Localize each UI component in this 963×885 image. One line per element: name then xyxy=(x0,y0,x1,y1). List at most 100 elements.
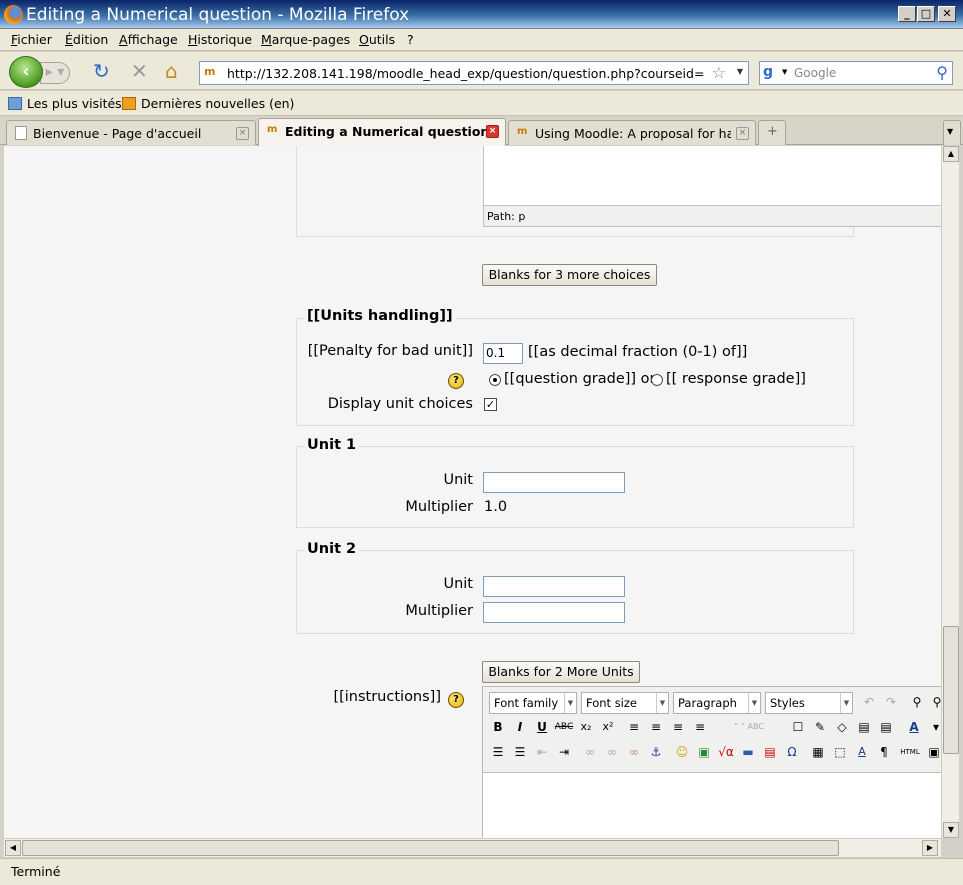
emoticon-icon[interactable]: ☺ xyxy=(672,742,692,762)
unit2-unit-input[interactable] xyxy=(483,576,625,597)
tab-close-icon[interactable]: × xyxy=(736,127,749,140)
response-grade-radio[interactable] xyxy=(651,374,663,386)
blanks-2-more-units-button[interactable]: Blanks for 2 More Units xyxy=(482,661,640,683)
paste-word-icon[interactable]: ▤ xyxy=(876,717,896,737)
bold-icon[interactable]: B xyxy=(488,717,508,737)
fullscreen-icon[interactable]: ▣ xyxy=(924,742,941,762)
new-tab-button[interactable]: + xyxy=(758,120,786,145)
menu-marque-pages[interactable]: Marque-pages xyxy=(261,32,350,47)
align-right-icon[interactable]: ≡ xyxy=(668,717,688,737)
back-button[interactable]: ‹ xyxy=(9,56,43,88)
vertical-scroll-thumb[interactable] xyxy=(943,626,959,754)
search-bar[interactable]: g ▼ Google ⚲ xyxy=(759,61,953,85)
scroll-down-icon[interactable]: ▼ xyxy=(943,822,959,838)
format-select[interactable]: Paragraph ▼ xyxy=(673,692,761,714)
unlink-icon[interactable]: ∞ xyxy=(602,742,622,762)
unit2-multiplier-input[interactable] xyxy=(483,602,625,623)
stop-icon[interactable]: ✕ xyxy=(131,61,148,81)
styles-editor-icon[interactable]: A xyxy=(852,742,872,762)
quotes-icon[interactable]: “ ” ABC xyxy=(716,717,782,737)
outdent-icon[interactable]: ⇤ xyxy=(532,742,552,762)
url-bar[interactable]: m http://132.208.141.198/moodle_head_exp… xyxy=(199,61,749,85)
minimize-button[interactable]: _ xyxy=(898,6,916,22)
nolink-icon[interactable]: ∞ xyxy=(624,742,644,762)
bullet-list-icon[interactable]: ☰ xyxy=(488,742,508,762)
google-icon[interactable]: g xyxy=(763,64,781,82)
font-family-select[interactable]: Font family ▼ xyxy=(489,692,577,714)
table-icon[interactable]: ▦ xyxy=(808,742,828,762)
navigation-toolbar: ▸ ▾ ‹ ↻ ✕ ⌂ m http://132.208.141.198/moo… xyxy=(0,52,963,90)
font-size-select[interactable]: Font size ▼ xyxy=(581,692,669,714)
strikethrough-icon[interactable]: ABC xyxy=(554,717,574,737)
menu-fichier[interactable]: Fichier xyxy=(11,32,52,47)
pilcrow-icon[interactable]: ¶ xyxy=(874,742,894,762)
maximize-button[interactable]: □ xyxy=(917,6,935,22)
question-grade-radio[interactable] xyxy=(489,374,501,386)
tab-using-moodle[interactable]: m Using Moodle: A proposal for ha... × xyxy=(508,120,756,145)
link-icon[interactable]: ∞ xyxy=(580,742,600,762)
search-engine-dropdown-icon[interactable]: ▼ xyxy=(782,68,787,76)
align-justify-icon[interactable]: ≡ xyxy=(690,717,710,737)
tab-close-icon[interactable]: × xyxy=(236,127,249,140)
menu-affichage[interactable]: Affichage xyxy=(119,32,178,47)
tab-list-button[interactable]: ▼ xyxy=(943,120,961,145)
horizontal-rule-icon[interactable]: ▬ xyxy=(738,742,758,762)
text-color-icon[interactable]: A xyxy=(904,717,924,737)
underline-icon[interactable]: U xyxy=(532,717,552,737)
chevron-down-icon: ▼ xyxy=(656,693,668,713)
media-icon[interactable]: ▤ xyxy=(760,742,780,762)
superscript-icon[interactable]: x² xyxy=(598,717,618,737)
html-source-icon[interactable]: HTML xyxy=(900,742,920,762)
home-icon[interactable]: ⌂ xyxy=(165,61,178,81)
unit1-unit-input[interactable] xyxy=(483,472,625,493)
instructions-editor-area[interactable] xyxy=(483,772,941,838)
help-icon[interactable]: ? xyxy=(448,692,464,708)
vertical-scrollbar[interactable]: ▲ ▼ xyxy=(941,146,959,838)
tab-editing-numerical[interactable]: m Editing a Numerical question × xyxy=(258,118,506,146)
menu-outils[interactable]: Outils xyxy=(359,32,395,47)
horizontal-scroll-thumb[interactable] xyxy=(22,840,839,856)
paste-text-icon[interactable]: ▤ xyxy=(854,717,874,737)
menu-historique[interactable]: Historique xyxy=(188,32,252,47)
menu-help[interactable]: ? xyxy=(407,32,414,47)
forward-button[interactable]: ▸ ▾ xyxy=(40,62,70,84)
numbered-list-icon[interactable]: ☰ xyxy=(510,742,530,762)
search-icon[interactable]: ⚲ xyxy=(936,63,948,82)
close-button[interactable]: ✕ xyxy=(938,6,956,22)
help-icon[interactable]: ? xyxy=(448,373,464,389)
italic-icon[interactable]: I xyxy=(510,717,530,737)
undo-icon[interactable]: ↶ xyxy=(859,692,879,712)
anchor-icon[interactable]: ⚓ xyxy=(646,742,666,762)
eraser-icon[interactable]: ◇ xyxy=(832,717,852,737)
indent-icon[interactable]: ⇥ xyxy=(554,742,574,762)
subscript-icon[interactable]: x₂ xyxy=(576,717,596,737)
background-color-icon[interactable]: ▾ xyxy=(926,717,941,737)
url-dropdown-icon[interactable]: ▼ xyxy=(737,67,743,76)
scroll-up-icon[interactable]: ▲ xyxy=(943,146,959,162)
scroll-right-icon[interactable]: ▶ xyxy=(922,840,938,856)
styles-select[interactable]: Styles ▼ xyxy=(765,692,853,714)
find-icon[interactable]: ⚲ xyxy=(907,692,927,712)
reload-icon[interactable]: ↻ xyxy=(93,61,110,81)
bookmark-star-icon[interactable]: ☆ xyxy=(712,63,726,82)
bookmark-latest-news[interactable]: Dernières nouvelles (en) xyxy=(122,96,294,111)
align-center-icon[interactable]: ≡ xyxy=(646,717,666,737)
visual-aid-icon[interactable]: ⬚ xyxy=(830,742,850,762)
spellcheck-icon[interactable]: ☐ xyxy=(788,717,808,737)
replace-icon[interactable]: ⚲ xyxy=(927,692,941,712)
special-char-icon[interactable]: Ω xyxy=(782,742,802,762)
align-left-icon[interactable]: ≡ xyxy=(624,717,644,737)
display-unit-choices-checkbox[interactable]: ✓ xyxy=(484,398,497,411)
cleanup-icon[interactable]: ✎ xyxy=(810,717,830,737)
menu-edition[interactable]: Édition xyxy=(65,32,108,47)
bookmark-most-visited[interactable]: Les plus visités xyxy=(8,96,122,111)
blanks-3-more-choices-button[interactable]: Blanks for 3 more choices xyxy=(482,264,657,286)
horizontal-scrollbar[interactable]: ◀ ▶ xyxy=(4,838,941,857)
redo-icon[interactable]: ↷ xyxy=(881,692,901,712)
scroll-left-icon[interactable]: ◀ xyxy=(5,840,21,856)
image-icon[interactable]: ▣ xyxy=(694,742,714,762)
tab-close-icon[interactable]: × xyxy=(486,125,499,138)
equation-icon[interactable]: √α xyxy=(716,742,736,762)
tab-bienvenue[interactable]: Bienvenue - Page d'accueil × xyxy=(6,120,256,145)
penalty-input[interactable]: 0.1 xyxy=(483,343,523,364)
